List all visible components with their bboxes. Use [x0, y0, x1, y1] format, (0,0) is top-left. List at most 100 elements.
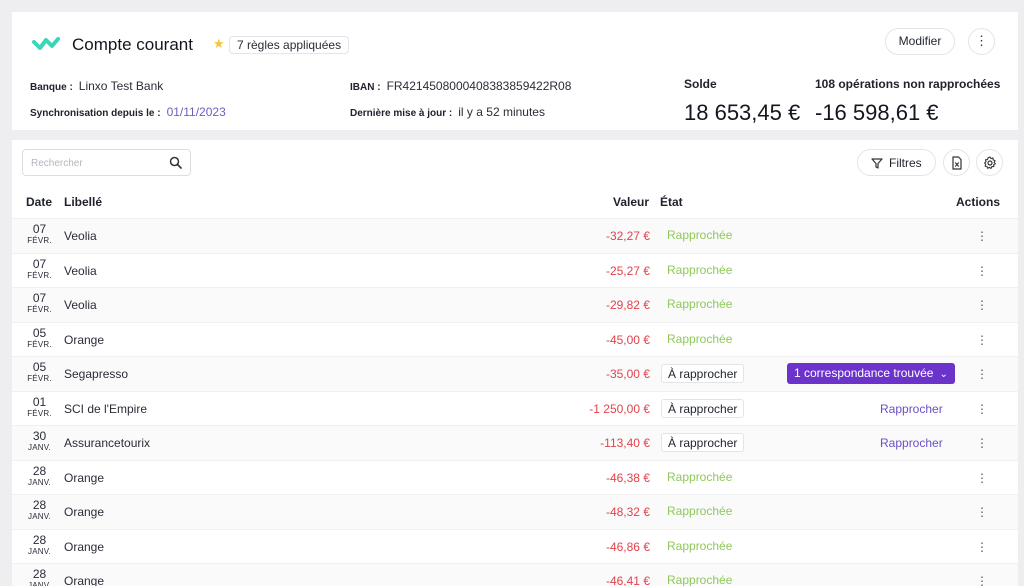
filters-label: Filtres — [889, 156, 922, 170]
more-vertical-icon[interactable]: ⋮ — [974, 262, 990, 280]
table-row[interactable]: 05 FÉVR. Segapresso -35,00 € À rapprocher 1 c… — [12, 356, 1018, 391]
account-header: Compte courant ★ 7 règles appliquées Mod… — [12, 12, 1018, 130]
row-label: Veolia — [64, 298, 97, 312]
row-date: 28 JANV. — [22, 463, 57, 488]
iban-label: IBAN : — [350, 82, 381, 93]
table-row[interactable]: 01 FÉVR. SCI de l'Empire -1 250,00 € À rappr… — [12, 390, 1018, 426]
table-row[interactable]: 30 JANV. Assurancetourix -113,40 € À rapproc… — [12, 425, 1018, 460]
row-date: 28 JANV. — [22, 568, 57, 586]
sync-label: Synchronisation depuis le : — [30, 108, 161, 119]
more-vertical-icon[interactable]: ⋮ — [974, 469, 990, 487]
sync-date[interactable]: 01/11/2023 — [167, 105, 226, 119]
row-label: Orange — [64, 470, 105, 485]
bank-label: Banque : — [30, 82, 73, 93]
row-date: 28 JANV. — [22, 534, 57, 557]
row-value: -32,27 € — [605, 229, 650, 243]
table-row[interactable]: 07 FÉVR. Veolia -29,82 € Rapprochée ⋮ — [12, 287, 1018, 322]
more-vertical-icon[interactable]: ⋮ — [974, 503, 990, 521]
column-header-valeur[interactable]: Valeur — [613, 195, 649, 209]
row-day: 30 — [32, 429, 47, 443]
row-day: 07 — [32, 256, 47, 271]
row-day: 07 — [32, 291, 47, 305]
more-vertical-icon[interactable]: ⋮ — [974, 365, 990, 383]
update-label: Dernière mise à jour : — [350, 108, 453, 119]
row-month: JANV. — [28, 443, 51, 452]
balance-amount: 18 653,45 € — [684, 100, 801, 125]
row-label: Orange — [64, 539, 105, 554]
transactions-panel: Filtres Date Libellé Valeur État Actions… — [12, 140, 1018, 586]
row-value: -25,27 € — [605, 263, 650, 278]
linxo-logo-icon — [32, 37, 60, 50]
row-month: JANV. — [28, 477, 51, 487]
row-value: -46,41 € — [605, 574, 650, 586]
reconcile-link[interactable]: Rapprocher — [880, 402, 943, 416]
row-day: 05 — [32, 360, 47, 374]
row-month: FÉVR. — [27, 339, 52, 349]
table-row[interactable]: 28 JANV. Orange -46,41 € Rapprochée ⋮ — [12, 563, 1018, 586]
search-field[interactable] — [22, 149, 191, 176]
more-vertical-icon[interactable]: ⋮ — [974, 400, 990, 418]
row-month: JANV. — [28, 546, 51, 556]
row-day: 05 — [32, 325, 47, 340]
row-label: SCI de l'Empire — [64, 401, 147, 416]
column-header-date[interactable]: Date — [26, 195, 52, 209]
status-badge: Rapprochée — [667, 573, 733, 586]
row-value: -48,32 € — [605, 505, 650, 519]
row-date: 07 FÉVR. — [22, 256, 57, 281]
more-vertical-icon[interactable]: ⋮ — [974, 572, 990, 586]
search-icon[interactable] — [169, 156, 182, 169]
row-day: 28 — [32, 463, 47, 478]
row-day: 28 — [32, 498, 47, 512]
table-row[interactable]: 28 JANV. Orange -46,86 € Rapprochée ⋮ — [12, 528, 1018, 564]
reconcile-link[interactable]: Rapprocher — [880, 436, 943, 450]
table-row[interactable]: 05 FÉVR. Orange -45,00 € Rapprochée ⋮ — [12, 321, 1018, 357]
search-input[interactable] — [31, 154, 166, 172]
filter-icon — [871, 158, 883, 169]
status-badge: Rapprochée — [667, 331, 733, 346]
table-row[interactable]: 28 JANV. Orange -46,38 € Rapprochée ⋮ — [12, 459, 1018, 495]
row-date: 28 JANV. — [22, 498, 57, 522]
export-button[interactable] — [943, 149, 970, 176]
row-value: -46,38 € — [605, 470, 650, 485]
bank-value: Linxo Test Bank — [78, 79, 164, 93]
status-badge: Rapprochée — [667, 538, 733, 553]
more-vertical-icon[interactable]: ⋮ — [974, 538, 990, 556]
settings-button[interactable] — [976, 149, 1003, 176]
row-month: JANV. — [28, 581, 51, 586]
more-options-icon[interactable]: ⋮ — [968, 28, 995, 55]
star-icon[interactable]: ★ — [213, 36, 225, 52]
status-badge: Rapprochée — [667, 297, 733, 311]
more-vertical-icon[interactable]: ⋮ — [974, 434, 990, 452]
status-badge: Rapprochée — [667, 504, 733, 518]
row-value: -29,82 € — [605, 298, 650, 312]
table-row[interactable]: 07 FÉVR. Veolia -25,27 € Rapprochée ⋮ — [12, 252, 1018, 288]
rules-badge[interactable]: 7 règles appliquées — [229, 36, 350, 54]
row-value: -45,00 € — [605, 332, 650, 347]
sync-info: Synchronisation depuis le : 01/11/2023 — [30, 105, 226, 119]
row-date: 05 FÉVR. — [22, 325, 57, 350]
row-label: Veolia — [64, 229, 97, 243]
row-label: Segapresso — [64, 367, 129, 381]
more-vertical-icon[interactable]: ⋮ — [974, 227, 990, 245]
modify-button[interactable]: Modifier — [885, 28, 955, 55]
column-header-libelle[interactable]: Libellé — [64, 195, 102, 209]
chevron-down-icon: ⌄ — [939, 369, 948, 380]
more-vertical-icon[interactable]: ⋮ — [974, 296, 990, 314]
status-badge: Rapprochée — [667, 469, 733, 484]
row-value: -46,86 € — [605, 539, 650, 554]
row-day: 01 — [32, 394, 47, 409]
row-month: FÉVR. — [27, 270, 52, 280]
row-label: Orange — [64, 505, 105, 519]
column-header-etat[interactable]: État — [660, 195, 683, 209]
match-found-button[interactable]: 1 correspondance trouvée ⌄ — [787, 363, 955, 384]
more-vertical-icon[interactable]: ⋮ — [974, 331, 990, 349]
filters-button[interactable]: Filtres — [857, 149, 936, 176]
unreconciled-label: 108 opérations non rapprochées — [815, 77, 1001, 91]
row-month: JANV. — [28, 512, 51, 521]
row-value: -113,40 € — [600, 436, 650, 450]
update-info: Dernière mise à jour : il y a 52 minutes — [350, 105, 545, 119]
table-row[interactable]: 07 FÉVR. Veolia -32,27 € Rapprochée ⋮ — [12, 218, 1018, 253]
table-row[interactable]: 28 JANV. Orange -48,32 € Rapprochée ⋮ — [12, 494, 1018, 529]
row-date: 07 FÉVR. — [22, 223, 57, 246]
row-label: Assurancetourix — [64, 436, 151, 450]
